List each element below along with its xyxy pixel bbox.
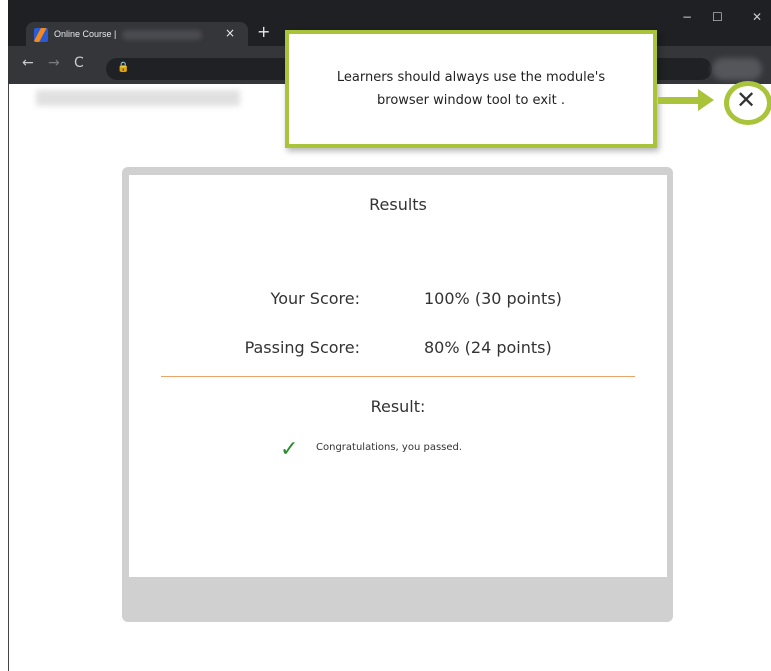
tab-title: Online Course | — [54, 29, 117, 39]
your-score-value: 100% (30 points) — [424, 289, 562, 308]
reload-button[interactable]: C — [74, 55, 84, 71]
forward-button[interactable]: → — [48, 55, 60, 71]
minimize-button[interactable]: − — [682, 10, 692, 24]
browser-tab[interactable]: Online Course | × — [26, 22, 248, 48]
page-header-redacted — [36, 90, 240, 106]
passing-score-value: 80% (24 points) — [424, 338, 552, 357]
profile-avatar[interactable] — [712, 58, 762, 80]
instruction-callout: Learners should always use the module's … — [285, 30, 657, 148]
pointer-arrow-icon — [698, 89, 714, 111]
passing-score-label: Passing Score: — [244, 338, 360, 357]
checkmark-icon: ✓ — [280, 437, 299, 462]
tab-title-redacted — [122, 30, 202, 40]
callout-line-1: Learners should always use the module's — [336, 70, 606, 85]
results-title: Results — [369, 195, 427, 214]
callout-line-2: browser window tool to exit . — [377, 93, 565, 108]
result-label: Result: — [370, 397, 426, 416]
maximize-button[interactable]: ☐ — [712, 10, 723, 24]
window-border — [8, 84, 9, 671]
tab-close-icon[interactable]: × — [225, 26, 235, 40]
window-close-button[interactable]: ✕ — [752, 10, 762, 24]
module-close-button[interactable]: ✕ — [736, 86, 756, 114]
lock-icon: 🔒 — [117, 62, 130, 73]
back-button[interactable]: ← — [22, 55, 34, 71]
your-score-label: Your Score: — [270, 289, 360, 308]
pointer-arrow-shaft — [658, 97, 700, 104]
favicon-icon — [34, 28, 48, 42]
divider — [161, 376, 635, 377]
pass-message: Congratulations, you passed. — [316, 442, 463, 453]
new-tab-button[interactable]: + — [257, 22, 270, 41]
